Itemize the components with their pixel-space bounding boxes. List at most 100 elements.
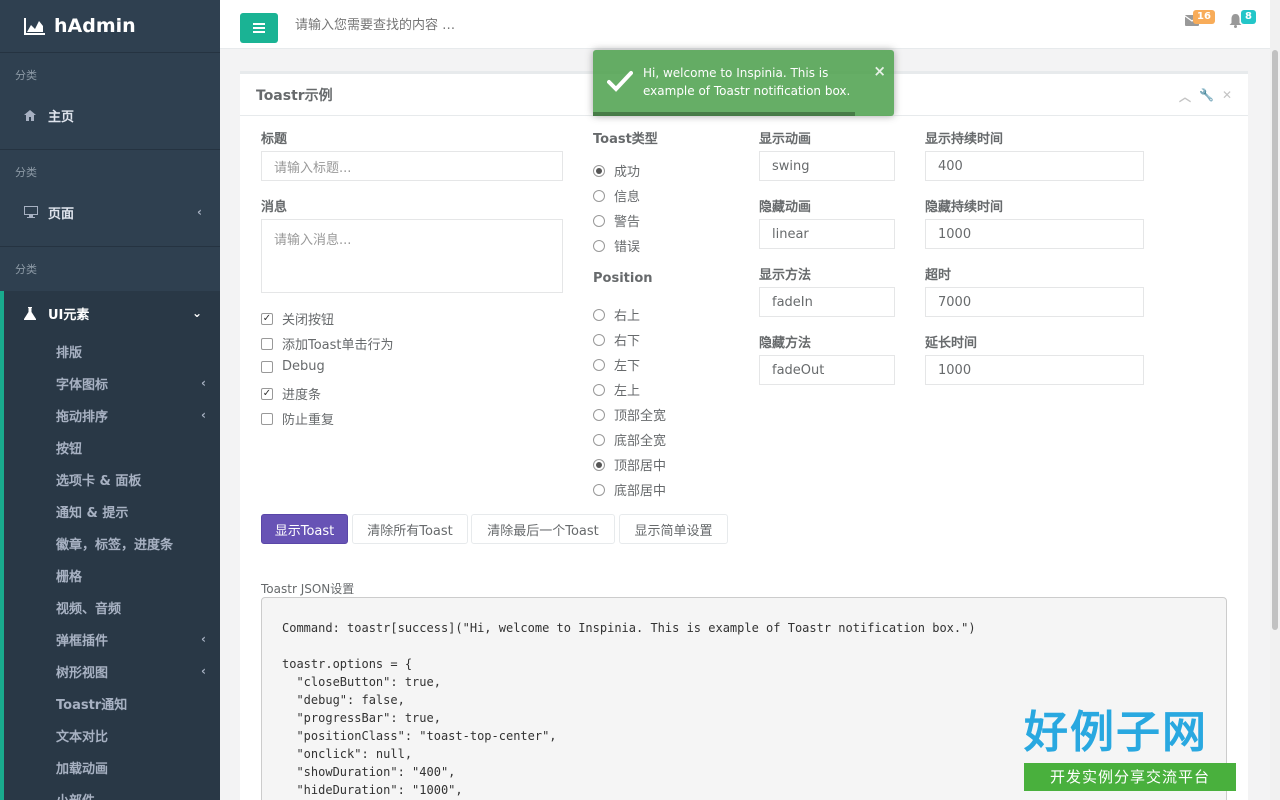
radio-option[interactable]: 右下 [593,330,640,349]
title-input[interactable]: 请输入标题... [261,151,563,181]
panel-tools: ︿ 🔧 ✕ [1179,88,1232,105]
option-checkbox[interactable]: 防止重复 [261,409,334,428]
checkbox-label: 进度条 [282,388,322,403]
sidebar-item-label: 页面 [48,206,75,222]
timeout-input[interactable]: 7000 [925,287,1144,317]
sidebar-subitem-label: 通知 & 提示 [56,505,129,521]
clear-last-toast-button[interactable]: 清除最后一个Toast [471,514,615,544]
brand[interactable]: hAdmin [0,0,220,52]
radio-selected-icon[interactable] [593,164,605,177]
show-simple-options-button[interactable]: 显示简单设置 [619,514,728,544]
hide-easing-label: 隐藏动画 [759,200,812,215]
radio-option[interactable]: 底部全宽 [593,430,666,449]
sidebar-item-ui[interactable]: UI元素 ⌄ [4,291,220,335]
sidebar-subitem-label: 字体图标 [56,377,109,393]
checkbox-icon[interactable] [261,412,273,425]
page-scrollbar[interactable] [1270,0,1280,800]
radio-icon[interactable] [593,483,605,496]
sidebar-submenu: 排版 字体图标 ‹ 拖动排序 ‹ 按钮 选项卡 & 面板 通知 & 提示 徽章，标签，进度条 栅格… [4,335,220,800]
sidebar-subitem-label: 视频、音频 [56,601,122,617]
radio-icon[interactable] [593,239,605,252]
sidebar-item-home[interactable]: 主页 [0,95,220,135]
checkbox-icon[interactable] [261,337,273,350]
clear-all-toasts-button[interactable]: 清除所有Toast [352,514,468,544]
toast-close-button[interactable]: × [873,62,886,80]
chevron-up-icon[interactable]: ︿ [1179,88,1191,105]
sidebar-subitem[interactable]: 徽章，标签，进度条 [4,527,220,559]
extended-timeout-input[interactable]: 1000 [925,355,1144,385]
option-checkbox[interactable]: 添加Toast单击行为 [261,334,394,353]
sidebar-subitem[interactable]: 栅格 [4,559,220,591]
sidebar-active-section: UI元素 ⌄ 排版 字体图标 ‹ 拖动排序 ‹ 按钮 选项卡 & 面板 通知 & 提示 徽章，标… [0,291,220,800]
radio-option[interactable]: 顶部居中 [593,455,666,474]
radio-option[interactable]: 成功 [593,161,640,180]
checkbox-icon[interactable] [261,360,273,373]
sidebar-subitem[interactable]: 视频、音频 [4,591,220,623]
chevron-down-icon: ⌄ [191,306,202,320]
toast-type-label: Toast类型 [593,132,658,147]
radio-option[interactable]: 底部居中 [593,480,666,499]
search-input[interactable] [295,14,595,36]
radio-option[interactable]: 左上 [593,380,640,399]
sidebar-subitem[interactable]: 拖动排序 ‹ [4,399,220,431]
option-checkbox[interactable]: Debug [261,359,325,374]
sidebar-subitem[interactable]: 排版 [4,335,220,367]
message-label: 消息 [261,200,288,215]
checkbox-checked-icon[interactable]: ✓ [261,387,273,400]
checkbox-label: 关闭按钮 [282,313,335,328]
sidebar-subitem[interactable]: 字体图标 ‹ [4,367,220,399]
radio-icon[interactable] [593,214,605,227]
scrollbar-thumb[interactable] [1272,50,1278,630]
hide-easing-input[interactable]: linear [759,219,895,249]
show-duration-input[interactable]: 400 [925,151,1144,181]
radio-option[interactable]: 右上 [593,305,640,324]
option-checkbox[interactable]: ✓ 进度条 [261,384,321,403]
checkbox-checked-icon[interactable]: ✓ [261,312,273,325]
radio-option[interactable]: 警告 [593,211,640,230]
chevron-left-icon: ‹ [201,408,206,422]
sidebar-subitem[interactable]: 按钮 [4,431,220,463]
radio-option[interactable]: 左下 [593,355,640,374]
radio-label: 信息 [614,190,641,205]
radio-icon[interactable] [593,383,605,396]
wrench-icon[interactable]: 🔧 [1199,88,1214,105]
show-method-input[interactable]: fadeIn [759,287,895,317]
sidebar-subitem[interactable]: 加载动画 [4,751,220,783]
message-textarea[interactable]: 请输入消息... [261,219,563,293]
sidebar-subitem[interactable]: 小部件 [4,783,220,800]
menu-toggle-button[interactable] [240,13,278,43]
sidebar-subitem[interactable]: 通知 & 提示 [4,495,220,527]
sidebar-subitem[interactable]: 文本对比 [4,719,220,751]
sidebar-subitem[interactable]: 选项卡 & 面板 [4,463,220,495]
radio-icon[interactable] [593,358,605,371]
radio-icon[interactable] [593,308,605,321]
check-icon [607,70,633,96]
show-toast-button[interactable]: 显示Toast [261,514,348,544]
checkbox-label: 添加Toast单击行为 [282,338,394,353]
radio-icon[interactable] [593,333,605,346]
close-icon[interactable]: ✕ [1222,88,1232,105]
radio-icon[interactable] [593,433,605,446]
show-easing-input[interactable]: swing [759,151,895,181]
position-label: Position [593,271,653,286]
radio-option[interactable]: 错误 [593,236,640,255]
toast-notification[interactable]: Hi, welcome to Inspinia. This is example… [593,50,894,116]
radio-option[interactable]: 信息 [593,186,640,205]
option-checkbox[interactable]: ✓ 关闭按钮 [261,309,334,328]
radio-selected-icon[interactable] [593,458,605,471]
title-label: 标题 [261,132,288,147]
desktop-icon [24,206,40,218]
sidebar-subitem[interactable]: Toastr通知 [4,687,220,719]
radio-icon[interactable] [593,408,605,421]
home-icon [24,109,40,121]
sidebar-subitem[interactable]: 弹框插件 ‹ [4,623,220,655]
hide-duration-label: 隐藏持续时间 [925,200,1004,215]
radio-option[interactable]: 顶部全宽 [593,405,666,424]
hide-method-input[interactable]: fadeOut [759,355,895,385]
radio-label: 警告 [614,215,641,230]
radio-icon[interactable] [593,189,605,202]
sidebar-subitem-label: 小部件 [56,790,95,800]
sidebar-item-pages[interactable]: 页面 ‹ [0,192,220,232]
hide-duration-input[interactable]: 1000 [925,219,1144,249]
sidebar-subitem[interactable]: 树形视图 ‹ [4,655,220,687]
